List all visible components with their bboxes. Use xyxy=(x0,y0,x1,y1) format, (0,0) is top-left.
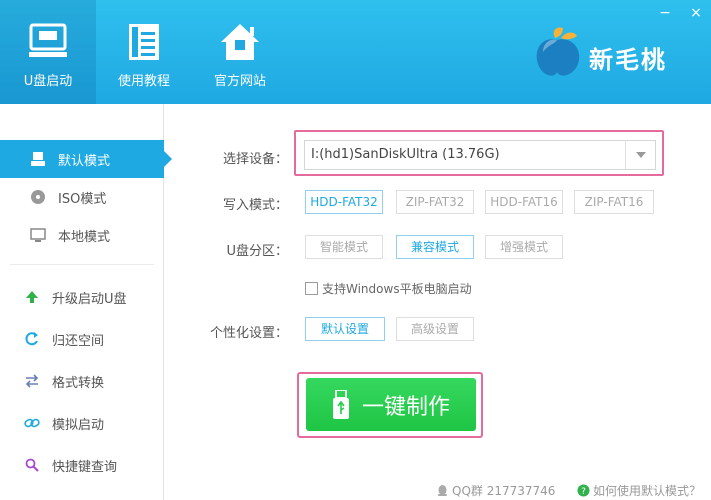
usb-drive-icon xyxy=(332,389,349,419)
minimize-button[interactable]: − xyxy=(656,4,674,22)
nav-label: 使用教程 xyxy=(117,74,170,89)
sidebar: 默认模式 ISO模式 本地模式 升级启动U盘 归还空间 格式转换 模拟启动 快捷… xyxy=(0,104,172,500)
write-mode-zip-fat16[interactable]: ZIP-FAT16 xyxy=(574,190,654,214)
windows-tablet-option[interactable]: 支持Windows平板电脑启动 xyxy=(305,279,472,297)
personalize-label: 个性化设置： xyxy=(209,326,288,341)
link-icon xyxy=(22,413,42,433)
windows-tablet-label: 支持Windows平板电脑启动 xyxy=(322,281,472,296)
personalize-default[interactable]: 默认设置 xyxy=(305,317,385,341)
sidebar-item-hotkey-query[interactable]: 快捷键查询 xyxy=(0,446,164,484)
help-icon: ? xyxy=(577,484,590,497)
sidebar-item-local-mode[interactable]: 本地模式 xyxy=(0,216,164,254)
document-icon xyxy=(129,24,159,60)
chevron-down-icon[interactable] xyxy=(625,141,655,169)
device-select[interactable]: I:(hd1)SanDiskUltra (13.76G) xyxy=(304,140,656,170)
usb-drive-icon xyxy=(28,149,48,169)
windows-tablet-checkbox[interactable] xyxy=(305,281,318,295)
help-link[interactable]: ? 如何使用默认模式？ xyxy=(577,482,701,499)
sidebar-item-label: ISO模式 xyxy=(58,191,107,207)
nav-udisk-boot[interactable]: U盘启动 xyxy=(0,0,96,104)
app-logo: 新毛桃 xyxy=(533,24,693,88)
sidebar-item-label: 快捷键查询 xyxy=(52,459,118,475)
usb-monitor-icon xyxy=(29,23,67,57)
write-mode-hdd-fat16[interactable]: HDD-FAT16 xyxy=(485,190,563,214)
write-mode-zip-fat32[interactable]: ZIP-FAT32 xyxy=(396,190,474,214)
monitor-icon xyxy=(28,225,48,245)
device-select-value: I:(hd1)SanDiskUltra (13.76G) xyxy=(311,147,500,162)
app-header: U盘启动 使用教程 官方网站 新毛桃 − × xyxy=(0,0,711,104)
partition-enhanced[interactable]: 增强模式 xyxy=(485,235,563,259)
partition-smart[interactable]: 智能模式 xyxy=(305,235,383,259)
sidebar-item-label: 本地模式 xyxy=(58,229,111,245)
sidebar-item-restore-space[interactable]: 归还空间 xyxy=(0,320,164,358)
peach-logo-icon xyxy=(536,27,580,76)
sidebar-item-label: 格式转换 xyxy=(52,375,105,391)
sidebar-item-upgrade-usb[interactable]: 升级启动U盘 xyxy=(0,278,164,316)
sidebar-item-default-mode[interactable]: 默认模式 xyxy=(0,140,172,178)
upgrade-arrow-icon xyxy=(22,287,42,307)
nav-official-site[interactable]: 官方网站 xyxy=(192,0,288,104)
sidebar-item-label: 升级启动U盘 xyxy=(52,291,127,307)
nav-label: U盘启动 xyxy=(23,74,73,89)
one-click-make-button[interactable]: 一键制作 xyxy=(306,378,476,431)
svg-text:?: ? xyxy=(581,487,586,497)
nav-tutorial[interactable]: 使用教程 xyxy=(96,0,192,104)
device-label: 选择设备： xyxy=(222,152,288,167)
qq-group: QQ群 217737746 xyxy=(436,482,555,499)
home-icon xyxy=(221,24,259,60)
close-button[interactable]: × xyxy=(687,4,705,22)
sidebar-item-label: 默认模式 xyxy=(58,153,111,169)
help-link-text: 如何使用默认模式？ xyxy=(593,484,702,498)
search-icon xyxy=(22,455,42,475)
logo-text: 新毛桃 xyxy=(589,46,667,74)
nav-label: 官方网站 xyxy=(213,74,266,89)
restore-icon xyxy=(22,329,42,349)
write-mode-hdd-fat32[interactable]: HDD-FAT32 xyxy=(305,190,383,214)
qq-group-text: QQ群 217737746 xyxy=(452,484,556,498)
partition-compatible[interactable]: 兼容模式 xyxy=(396,235,474,259)
sidebar-item-label: 归还空间 xyxy=(52,333,105,349)
write-mode-label: 写入模式： xyxy=(222,198,288,213)
sidebar-divider xyxy=(10,264,154,265)
sidebar-item-simulate-boot[interactable]: 模拟启动 xyxy=(0,404,164,442)
disc-icon xyxy=(28,187,48,207)
convert-icon xyxy=(22,371,42,391)
make-button-label: 一键制作 xyxy=(361,394,450,420)
sidebar-item-label: 模拟启动 xyxy=(52,417,105,433)
partition-label: U盘分区： xyxy=(226,244,288,259)
sidebar-item-format-convert[interactable]: 格式转换 xyxy=(0,362,164,400)
personalize-advanced[interactable]: 高级设置 xyxy=(396,317,474,341)
sidebar-item-iso-mode[interactable]: ISO模式 xyxy=(0,178,164,216)
qq-icon xyxy=(438,485,447,496)
